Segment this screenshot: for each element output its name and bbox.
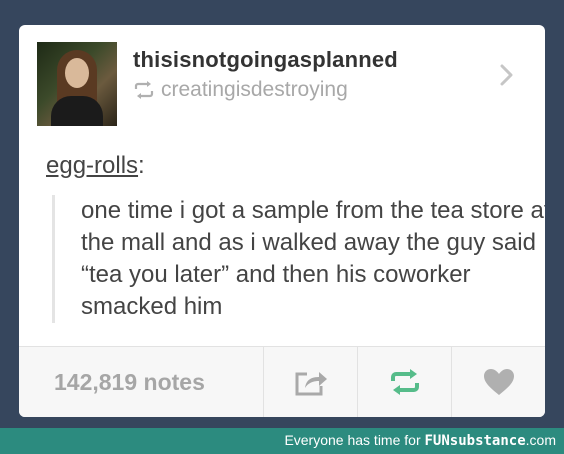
post-username[interactable]: thisisnotgoingasplanned xyxy=(133,47,398,73)
reblog-button[interactable] xyxy=(357,347,451,417)
watermark-suffix: .com xyxy=(525,432,556,448)
like-button[interactable] xyxy=(451,347,545,417)
watermark-bar: Everyone has time for FUNsubstance.com xyxy=(0,428,564,454)
reblog-icon xyxy=(390,369,419,395)
chevron-right-icon[interactable] xyxy=(499,63,515,92)
share-icon xyxy=(295,372,327,396)
source-separator: : xyxy=(138,152,145,179)
heart-icon xyxy=(483,369,514,395)
watermark-brand: FUNsubstance xyxy=(424,433,526,449)
reblogged-from[interactable]: creatingisdestroying xyxy=(133,78,348,102)
notes-count[interactable]: 142,819 notes xyxy=(54,369,205,396)
post-card: thisisnotgoingasplanned creatingisdestro… xyxy=(19,25,545,417)
avatar[interactable] xyxy=(37,42,117,126)
share-button[interactable] xyxy=(263,347,357,417)
reblogged-from-username[interactable]: creatingisdestroying xyxy=(161,78,348,101)
post-header: thisisnotgoingasplanned creatingisdestro… xyxy=(19,25,545,126)
source-username-link[interactable]: egg-rolls xyxy=(46,152,138,179)
watermark-prefix: Everyone has time for xyxy=(284,432,425,448)
post-footer: 142,819 notes xyxy=(19,346,545,417)
source-attribution: egg-rolls: xyxy=(46,152,145,180)
watermark-text: Everyone has time for FUNsubstance.com xyxy=(284,432,556,449)
reblog-small-icon xyxy=(134,81,154,99)
post-quote: one time i got a sample from the tea sto… xyxy=(52,195,545,323)
